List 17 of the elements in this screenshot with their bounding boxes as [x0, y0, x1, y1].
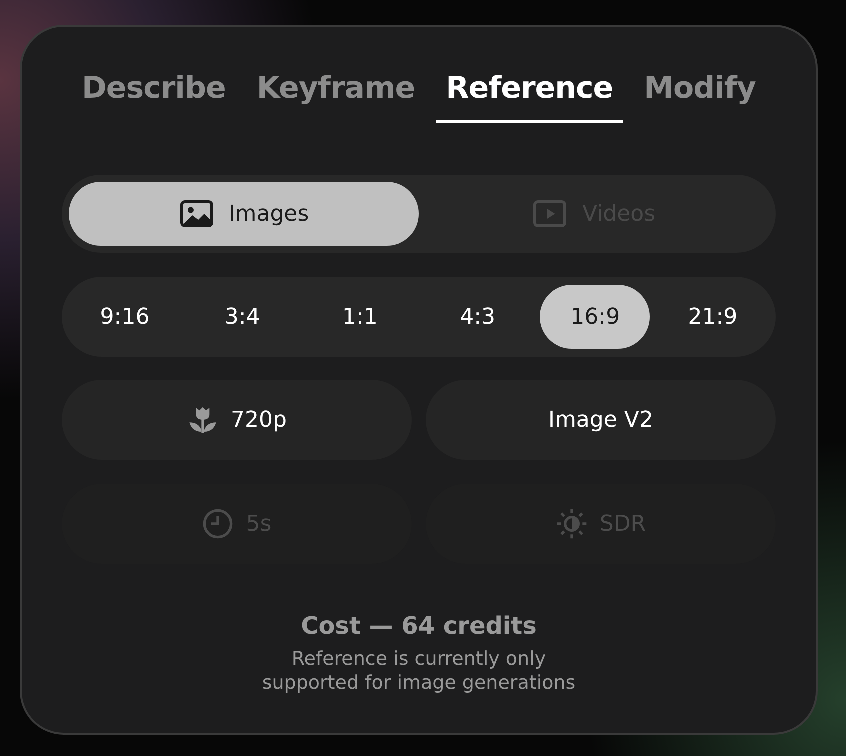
brightness-icon	[556, 508, 588, 540]
aspect-ratio-option[interactable]: 9:16	[70, 285, 180, 349]
aspect-ratio-option[interactable]: 4:3	[422, 285, 533, 349]
tab[interactable]: Describe	[72, 71, 236, 123]
clock-icon	[202, 508, 234, 540]
cost-label: Cost — 64 credits	[300, 612, 538, 640]
aspect-ratio-option[interactable]: 1:1	[305, 285, 416, 349]
aspect-ratio-option[interactable]: 16:9	[540, 285, 650, 349]
aspect-ratio-option[interactable]: 21:9	[658, 285, 768, 349]
tab[interactable]: Reference	[436, 71, 624, 123]
option-button[interactable]: Image V2	[426, 380, 776, 460]
info-text: Reference is currently only supported for image generations	[261, 648, 577, 696]
tab[interactable]: Keyframe	[246, 71, 426, 123]
media-option[interactable]: Images	[69, 182, 419, 246]
aspect-ratio-option[interactable]: 3:4	[188, 285, 298, 349]
option-button[interactable]: 720p	[62, 380, 412, 460]
tab[interactable]: Modify	[634, 71, 766, 123]
